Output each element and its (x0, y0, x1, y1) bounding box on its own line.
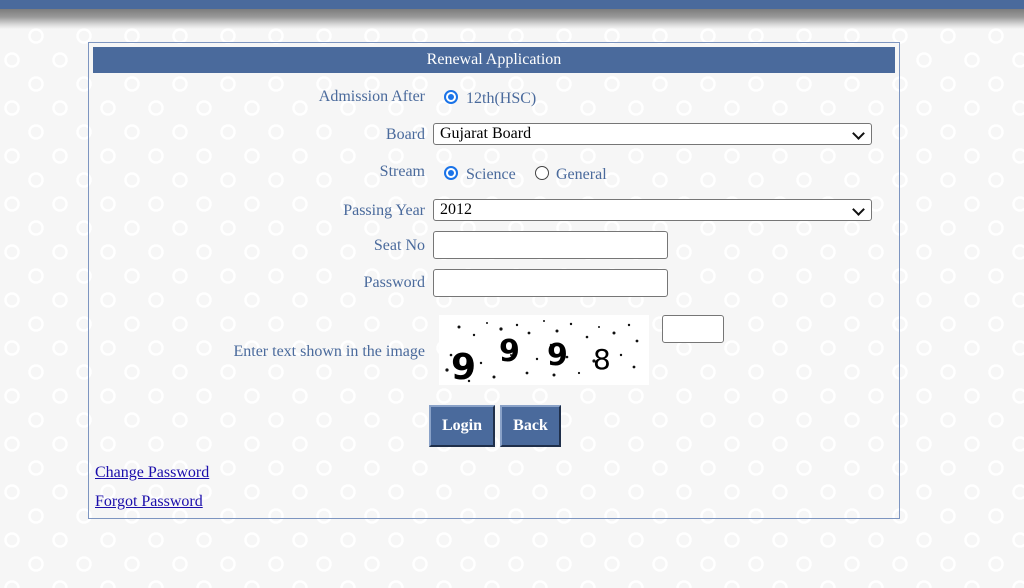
svg-text:8: 8 (593, 343, 611, 376)
svg-text:9: 9 (499, 334, 520, 369)
stream-science-radio[interactable] (444, 166, 458, 180)
passing-year-select-value: 2012 (440, 201, 472, 218)
panel-title: Renewal Application (93, 47, 895, 73)
stream-science-label: Science (466, 166, 516, 183)
passing-year-select[interactable]: 2012 (433, 199, 872, 221)
board-label: Board (385, 126, 425, 143)
change-password-link[interactable]: Change Password (95, 464, 209, 482)
captcha-label: Enter text shown in the image (233, 343, 425, 360)
password-input[interactable] (433, 269, 668, 297)
board-select[interactable]: Gujarat Board (433, 123, 872, 145)
login-button[interactable]: Login (429, 405, 495, 447)
forgot-password-link[interactable]: Forgot Password (95, 493, 203, 511)
seat-no-label: Seat No (373, 237, 425, 254)
chevron-down-icon (852, 203, 865, 216)
back-button[interactable]: Back (500, 405, 561, 447)
top-banner-shadow (0, 9, 1024, 29)
captcha-input[interactable] (662, 315, 724, 343)
admission-after-12th-label: 12th(HSC) (466, 90, 537, 107)
captcha-char: 9 (451, 347, 476, 385)
top-banner-bar (0, 0, 1024, 9)
password-label: Password (363, 274, 425, 291)
admission-after-label: Admission After (318, 88, 425, 105)
admission-after-12th-radio[interactable] (444, 90, 458, 104)
stream-general-radio[interactable] (535, 166, 549, 180)
chevron-down-icon (852, 127, 865, 140)
stream-label: Stream (379, 163, 425, 180)
svg-text:9: 9 (547, 338, 568, 373)
renewal-application-panel: Renewal Application Admission After 12th… (88, 42, 900, 519)
board-select-value: Gujarat Board (440, 125, 532, 142)
seat-no-input[interactable] (433, 231, 668, 259)
passing-year-label: Passing Year (343, 202, 425, 219)
stream-general-label: General (556, 166, 607, 183)
captcha-image: 9 9 9 8 (439, 315, 649, 388)
